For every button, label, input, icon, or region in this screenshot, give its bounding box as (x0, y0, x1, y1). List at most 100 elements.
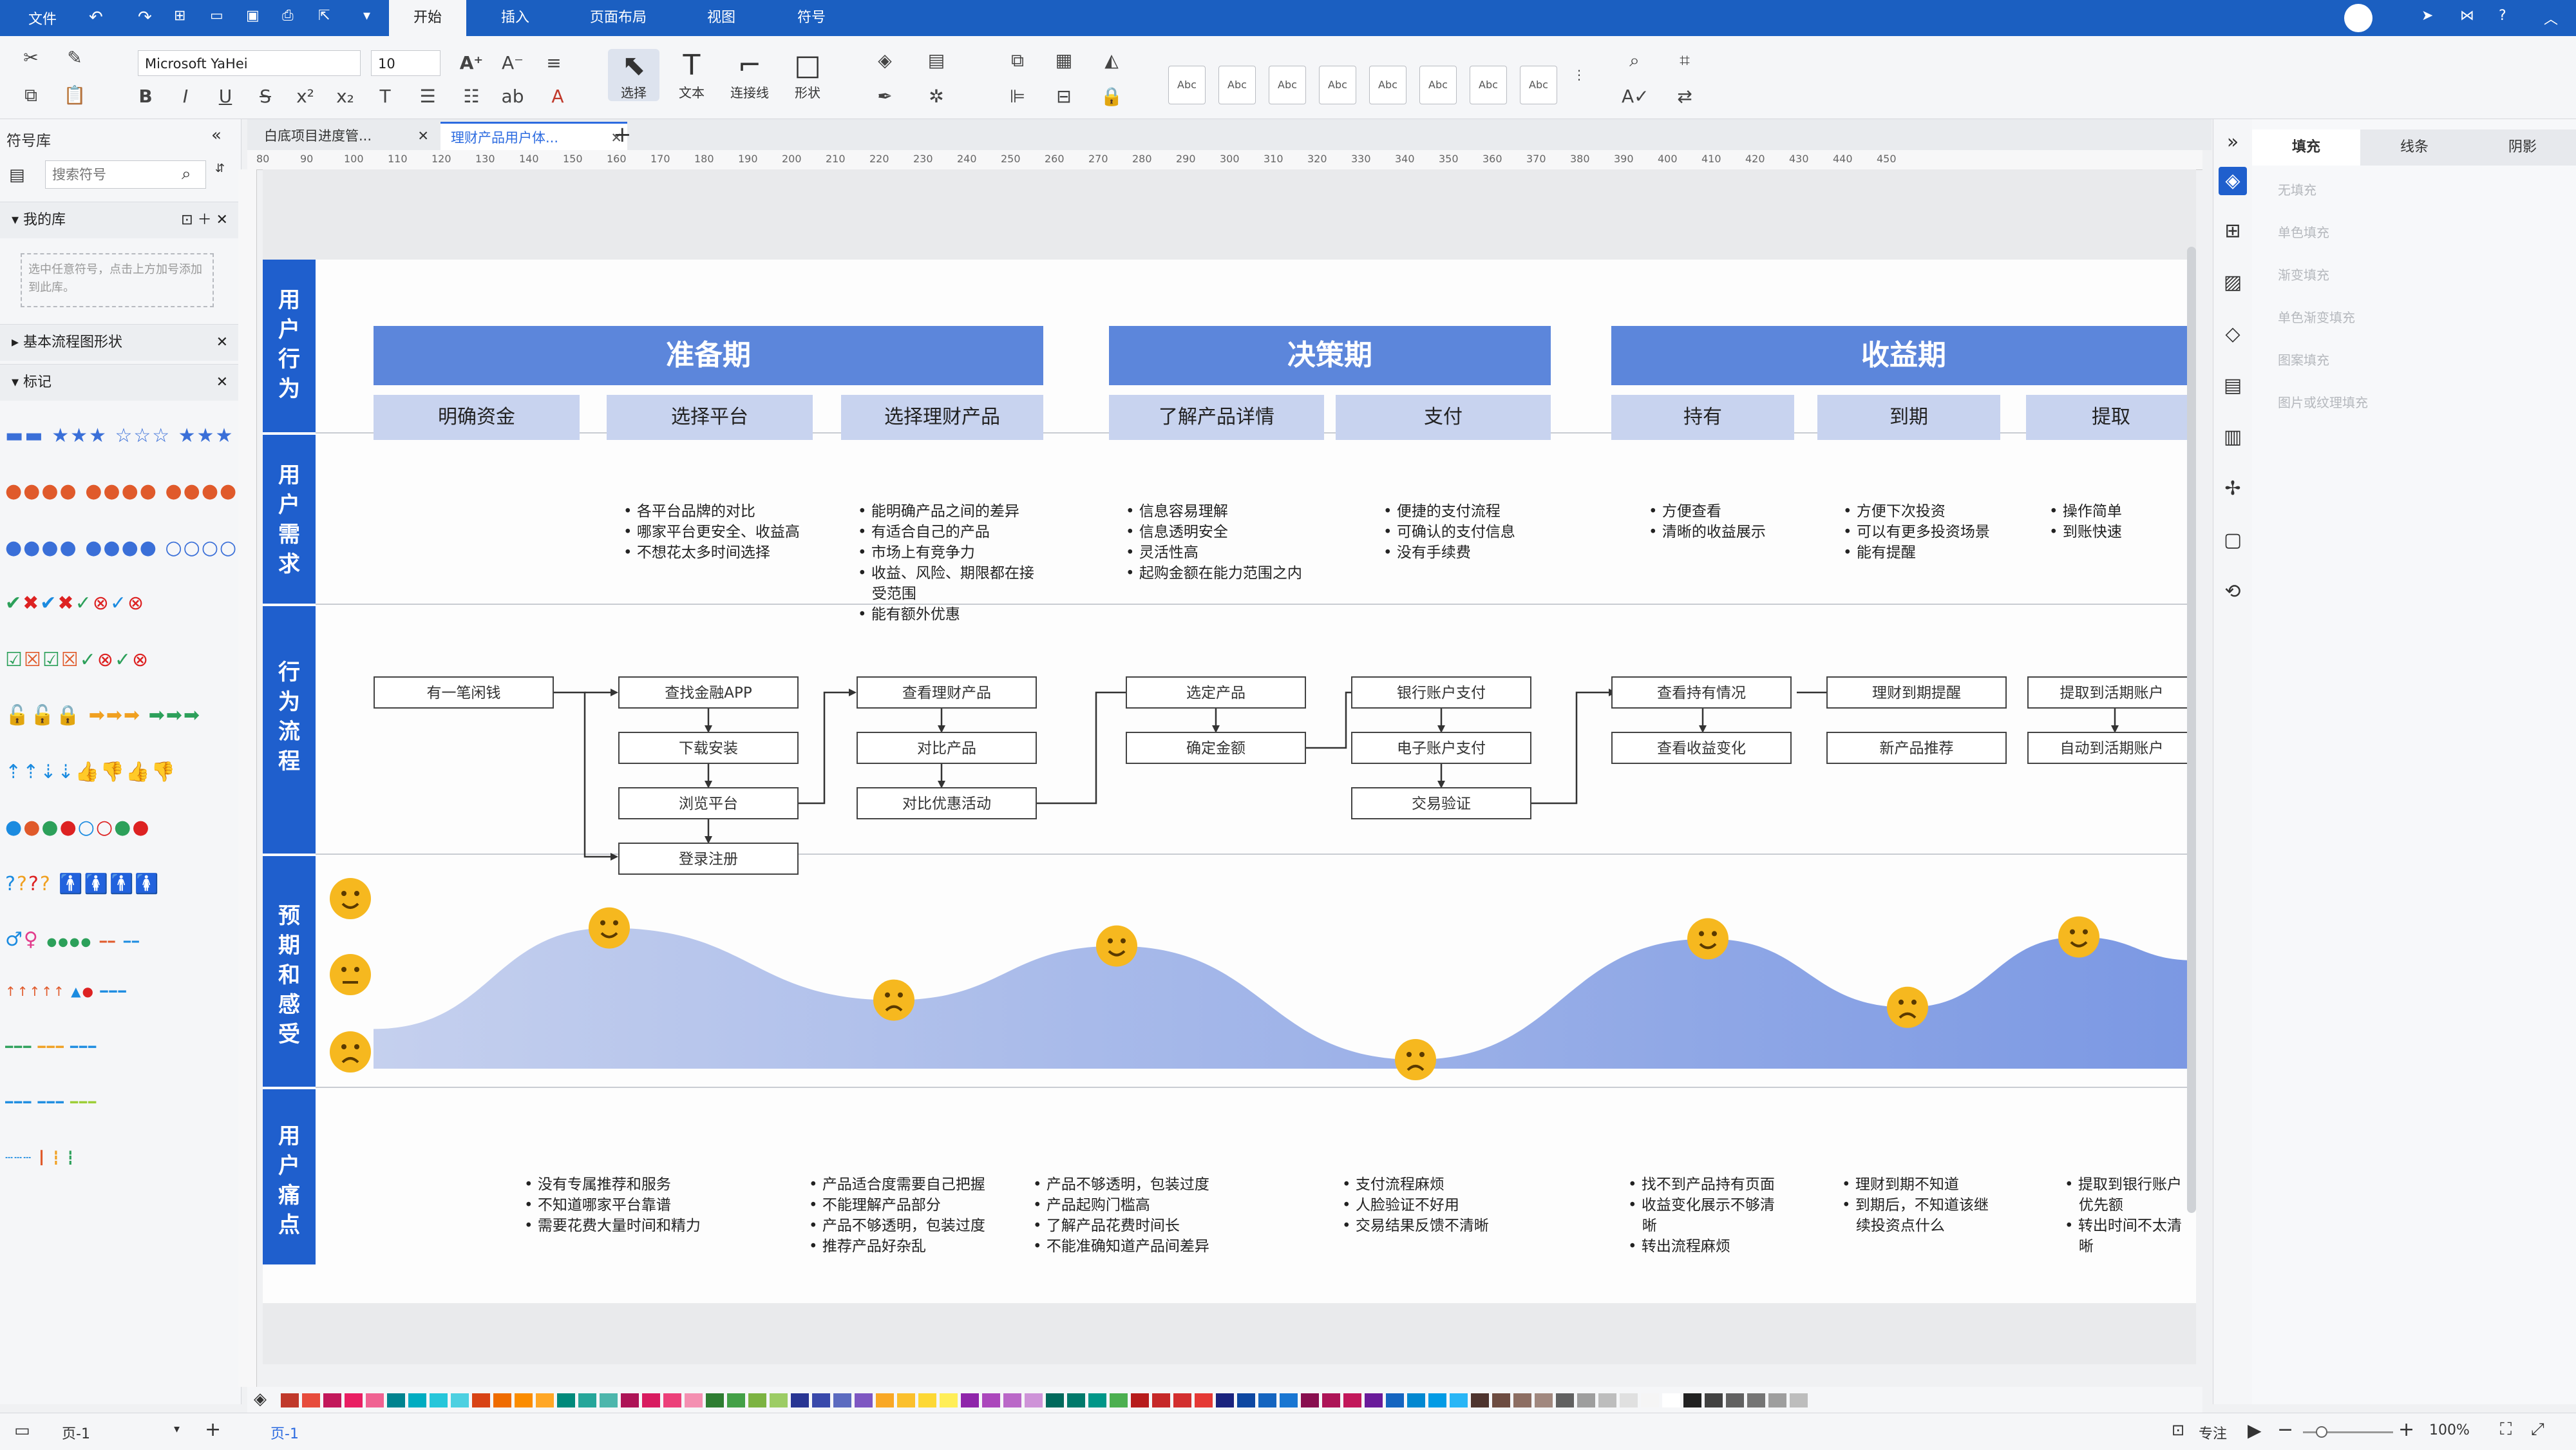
color-swatch[interactable] (1535, 1393, 1553, 1407)
fill-option-mono-gradient[interactable]: 单色渐变填充 (2278, 307, 2355, 326)
color-swatch[interactable] (1790, 1393, 1808, 1407)
avatar[interactable] (2344, 4, 2372, 32)
dot-marker-symbols-2[interactable]: ●●●● ●●●● ○○○○ ✔ ✖ (5, 537, 237, 569)
color-swatch[interactable] (1620, 1393, 1638, 1407)
color-swatch[interactable] (302, 1393, 320, 1407)
subscript-icon[interactable]: x₂ (332, 84, 358, 110)
data-icon[interactable]: ▥ (2219, 423, 2247, 452)
send-icon[interactable]: ➤ (2421, 8, 2433, 24)
color-swatch[interactable] (1705, 1393, 1723, 1407)
tab-page-layout[interactable]: 页面布局 (580, 0, 657, 36)
style-scroll-icon[interactable]: ⋮ (1566, 62, 1592, 88)
tab-symbol[interactable]: 符号 (773, 0, 850, 36)
fill-bucket-icon[interactable]: ◈ (872, 48, 898, 73)
color-swatch[interactable] (1513, 1393, 1531, 1407)
gender-marker-symbols[interactable]: ♂♀ ●●●● ━━ ━━ (5, 928, 237, 960)
align-icon[interactable]: ≡ (541, 50, 567, 76)
color-swatch[interactable] (451, 1393, 469, 1407)
fill-style-icon[interactable]: ◈ (2219, 167, 2247, 195)
markers-section[interactable]: ▾ 标记 ✕ (0, 364, 241, 401)
color-swatch[interactable] (1343, 1393, 1361, 1407)
line-color-icon[interactable]: ✒ (872, 84, 898, 110)
text-format-icon[interactable]: T (372, 84, 398, 110)
strikethrough-icon[interactable]: S (252, 84, 278, 110)
color-swatch[interactable] (918, 1393, 936, 1407)
tab-insert[interactable]: 插入 (477, 0, 554, 36)
flow-box-bank-pay[interactable]: 银行账户支付 (1351, 676, 1531, 709)
color-swatch[interactable] (345, 1393, 363, 1407)
list-icon[interactable]: ☷ (459, 84, 484, 110)
tab-start[interactable]: 开始 (389, 0, 466, 36)
color-swatch[interactable] (1471, 1393, 1489, 1407)
color-swatch[interactable] (1598, 1393, 1616, 1407)
color-swatch[interactable] (770, 1393, 788, 1407)
group-icon[interactable]: ▦ (1051, 48, 1077, 73)
color-swatch[interactable] (1110, 1393, 1128, 1407)
line-marker-symbols[interactable]: ━━━ ━━━ ━━━ (5, 1039, 237, 1071)
color-swatch[interactable] (430, 1393, 448, 1407)
arrange-icon[interactable]: ⧉ (1005, 48, 1030, 73)
color-swatch[interactable] (366, 1393, 384, 1407)
font-color-icon[interactable]: A (545, 84, 571, 110)
font-size-select[interactable]: 10 (371, 50, 440, 76)
export-icon[interactable]: ⇱ (318, 8, 330, 24)
paste-icon[interactable]: 📋 (62, 82, 88, 108)
line-style-icon[interactable]: ▤ (923, 48, 949, 73)
color-swatch[interactable] (1768, 1393, 1786, 1407)
underline-icon[interactable]: U (213, 84, 238, 110)
flow-box-idle-money[interactable]: 有一笔闲钱 (374, 676, 554, 709)
checkbox-marker-symbols[interactable]: ☑☒☑☒✓⊗✓⊗ (5, 649, 237, 681)
flow-box-auto-current[interactable]: 自动到活期账户 (2027, 732, 2196, 764)
collapse-panel-icon[interactable]: « (211, 126, 222, 145)
close-icon[interactable]: ✕ (417, 122, 429, 150)
color-swatch[interactable] (557, 1393, 575, 1407)
color-swatch[interactable] (1067, 1393, 1085, 1407)
copy-icon[interactable]: ⧉ (18, 82, 44, 108)
flip-icon[interactable]: ◭ (1099, 48, 1124, 73)
file-menu[interactable]: 文件 (28, 8, 57, 28)
expand-panel-icon[interactable]: » (2219, 128, 2247, 157)
library-actions-icon[interactable]: ⊡ ＋ ✕ (181, 202, 228, 238)
color-swatch[interactable] (1258, 1393, 1276, 1407)
flow-box-withdraw-current[interactable]: 提取到活期账户 (2027, 676, 2196, 709)
font-shrink-icon[interactable]: A⁻ (500, 50, 526, 76)
shape-tool[interactable]: □ 形状 (782, 49, 833, 101)
crop-icon[interactable]: ⌗ (1672, 48, 1698, 73)
color-swatch[interactable] (1301, 1393, 1319, 1407)
tab-shadow[interactable]: 阴影 (2468, 129, 2576, 166)
distribute-icon[interactable]: ⊟ (1051, 84, 1077, 110)
add-tab-icon[interactable]: + (613, 122, 632, 148)
italic-icon[interactable]: I (173, 84, 198, 110)
flow-box-download[interactable]: 下载安装 (618, 732, 799, 764)
emotion-point-emoji[interactable] (589, 907, 630, 949)
color-swatch[interactable] (1131, 1393, 1149, 1407)
color-swatch[interactable] (472, 1393, 490, 1407)
new-doc-icon[interactable]: ⊞ (174, 8, 185, 24)
tab-fill[interactable]: 填充 (2252, 129, 2360, 166)
color-swatch[interactable] (1365, 1393, 1383, 1407)
connector-tool[interactable]: ⌐ 连接线 (724, 49, 775, 101)
fit-icon[interactable]: ✢ (2219, 475, 2247, 503)
color-swatch[interactable] (748, 1393, 766, 1407)
help-icon[interactable]: ? (2499, 8, 2506, 24)
color-swatch[interactable] (727, 1393, 745, 1407)
color-swatch[interactable] (1322, 1393, 1340, 1407)
fill-option-texture[interactable]: 图片或纹理填充 (2278, 392, 2368, 411)
color-swatch[interactable] (1747, 1393, 1765, 1407)
flow-box-browse[interactable]: 浏览平台 (618, 787, 799, 819)
color-swatch[interactable] (642, 1393, 660, 1407)
select-tool[interactable]: ⬉ 选择 (608, 49, 659, 101)
more-dropdown-icon[interactable]: ▾ (363, 8, 370, 24)
line-spacing-icon[interactable]: ☰ (415, 84, 440, 110)
color-swatch[interactable] (1386, 1393, 1404, 1407)
superscript-icon[interactable]: x² (292, 84, 318, 110)
find-replace-icon[interactable]: ⌕ (1622, 48, 1647, 73)
history-icon[interactable]: ⟲ (2219, 578, 2247, 606)
print-icon[interactable]: ⎙ (282, 8, 294, 24)
color-swatch[interactable] (281, 1393, 299, 1407)
zoom-slider-handle[interactable] (2316, 1426, 2327, 1438)
color-swatch[interactable] (706, 1393, 724, 1407)
emotion-point-emoji[interactable] (1687, 918, 1728, 960)
comment-icon[interactable]: ▢ (2219, 526, 2247, 555)
layers-icon[interactable]: ◇ (2219, 320, 2247, 348)
